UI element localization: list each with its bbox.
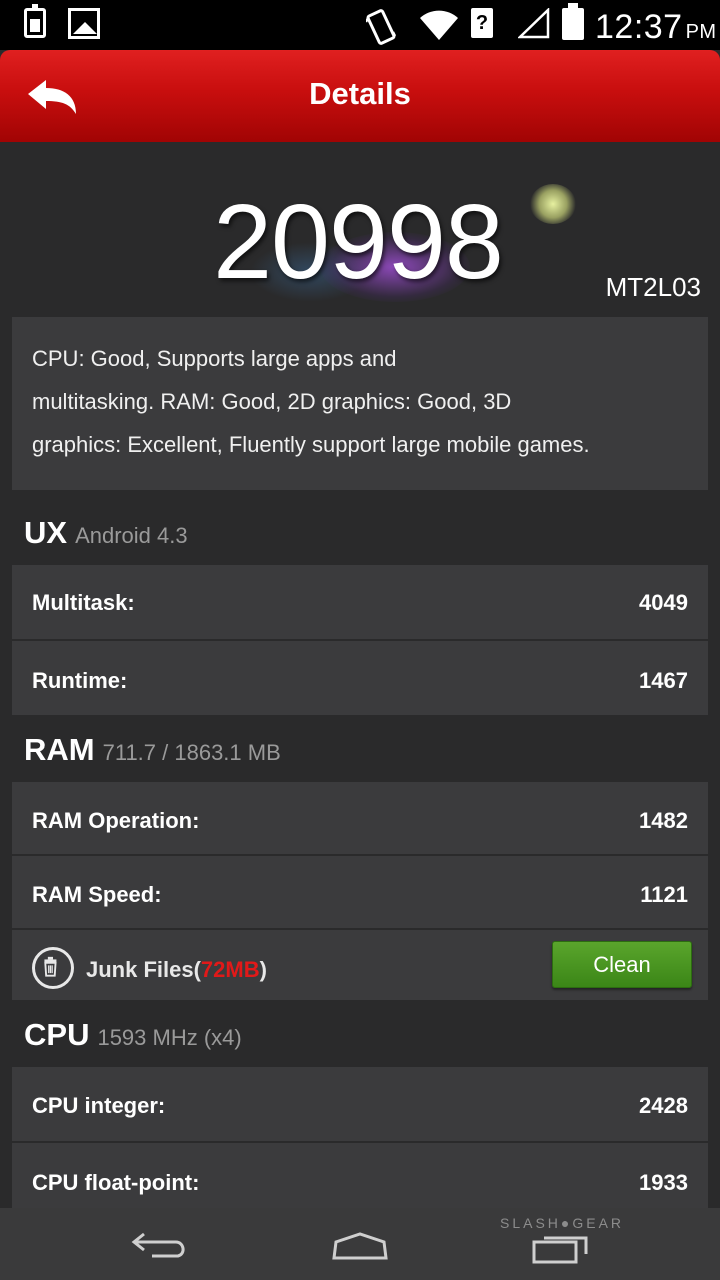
clock-time: 12:37 — [595, 8, 683, 46]
cpu-integer-row[interactable]: CPU integer: 2428 — [12, 1067, 708, 1141]
ux-title: UX — [24, 515, 68, 550]
summary-line-1: CPU: Good, Supports large apps and — [32, 346, 397, 371]
ram-speed-label: RAM Speed: — [32, 882, 162, 907]
multitask-row[interactable]: Multitask: 4049 — [12, 565, 708, 639]
cpu-float-row[interactable]: CPU float-point: 1933 — [12, 1143, 708, 1208]
summary-line-3: graphics: Excellent, Fluently support la… — [32, 432, 590, 457]
vibrate-icon — [366, 9, 396, 45]
summary-line-2: multitasking. RAM: Good, 2D graphics: Go… — [32, 389, 512, 414]
battery-icon — [562, 3, 584, 40]
junk-files-size: 72MB — [200, 957, 260, 982]
cpu-integer-value: 2428 — [639, 1093, 688, 1118]
wifi-icon — [420, 10, 458, 40]
home-nav-icon[interactable] — [330, 1230, 390, 1262]
clean-button[interactable]: Clean — [552, 941, 692, 988]
clock-ampm: PM — [685, 21, 717, 43]
ram-subtitle: 711.7 / 1863.1 MB — [102, 740, 281, 765]
battery-info-icon — [24, 4, 46, 38]
ram-speed-row[interactable]: RAM Speed: 1121 — [12, 856, 708, 928]
cpu-integer-label: CPU integer: — [32, 1093, 166, 1118]
junk-files-close-paren: ) — [259, 957, 267, 982]
recent-apps-nav-icon[interactable] — [530, 1230, 592, 1264]
back-nav-icon[interactable] — [130, 1228, 190, 1262]
sim-icon: ? — [471, 8, 493, 38]
summary-panel: CPU: Good, Supports large apps and multi… — [12, 317, 708, 490]
multitask-value: 4049 — [639, 590, 688, 615]
junk-files-row: Junk Files(72MB) Clean — [12, 930, 708, 1000]
runtime-row[interactable]: Runtime: 1467 — [12, 641, 708, 715]
junk-files-text: Junk Files( — [86, 957, 201, 982]
runtime-value: 1467 — [639, 668, 688, 693]
junk-files-label: Junk Files(72MB) — [86, 957, 267, 983]
clock: 12:37 PM — [595, 8, 717, 47]
ram-operation-label: RAM Operation: — [32, 808, 200, 833]
watermark: SLASH●GEAR — [500, 1215, 625, 1231]
ram-section-header: RAM 711.7 / 1863.1 MB — [24, 732, 281, 768]
status-bar: ? 12:37 PM — [0, 0, 720, 50]
ux-section-header: UX Android 4.3 — [24, 515, 188, 551]
trash-icon — [32, 947, 74, 989]
cpu-subtitle: 1593 MHz (x4) — [97, 1025, 242, 1050]
cpu-section-header: CPU 1593 MHz (x4) — [24, 1017, 242, 1053]
runtime-label: Runtime: — [32, 668, 128, 693]
signal-icon — [518, 8, 550, 39]
image-notification-icon — [68, 8, 100, 39]
device-model: MT2L03 — [605, 272, 701, 302]
multitask-label: Multitask: — [32, 590, 135, 615]
ram-operation-value: 1482 — [639, 808, 688, 833]
ram-speed-value: 1121 — [640, 882, 688, 907]
cpu-title: CPU — [24, 1017, 90, 1052]
header-bar: Details — [0, 50, 720, 142]
cpu-float-label: CPU float-point: — [32, 1170, 200, 1195]
navigation-bar: SLASH●GEAR — [0, 1208, 720, 1280]
ram-operation-row[interactable]: RAM Operation: 1482 — [12, 782, 708, 854]
score-area: 20998 MT2L03 — [0, 142, 720, 317]
page-title: Details — [309, 76, 411, 111]
cpu-float-value: 1933 — [639, 1170, 688, 1195]
ram-title: RAM — [24, 732, 95, 767]
ux-subtitle: Android 4.3 — [75, 523, 188, 548]
